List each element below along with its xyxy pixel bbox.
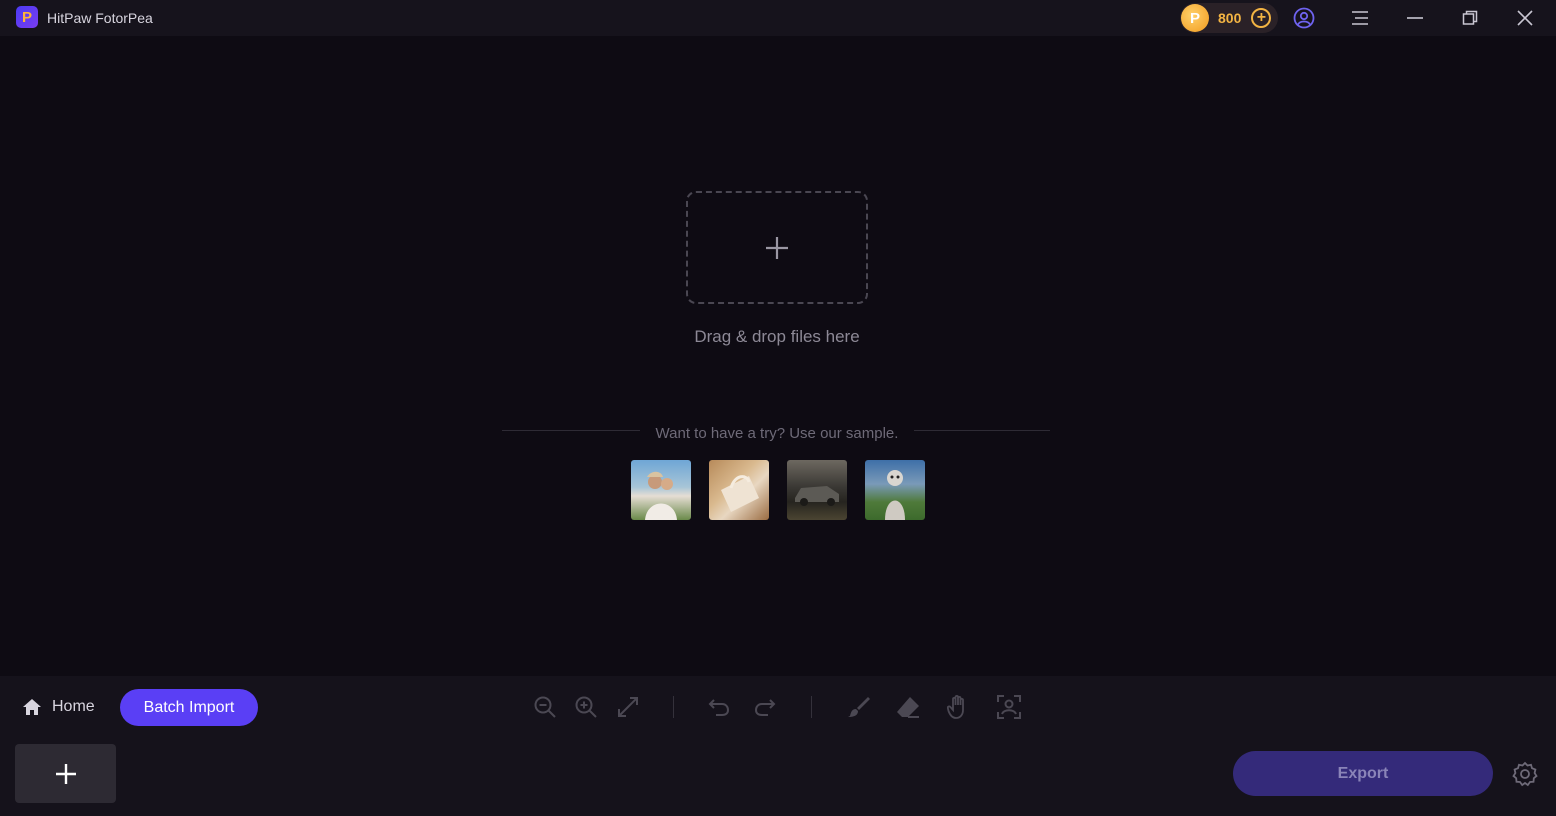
plus-icon — [55, 763, 76, 784]
zoom-out-icon[interactable] — [532, 694, 558, 720]
eraser-icon[interactable] — [895, 694, 921, 720]
title-bar: P HitPaw FotorPea P 800 + — [0, 0, 1556, 36]
app-title: HitPaw FotorPea — [47, 10, 153, 26]
coin-letter: P — [1189, 9, 1200, 27]
coin-count: 800 — [1218, 10, 1242, 26]
export-button[interactable]: Export — [1233, 751, 1493, 796]
toolbar-divider — [673, 696, 674, 718]
coin-icon: P — [1181, 4, 1209, 32]
toolbar-divider — [811, 696, 812, 718]
menu-icon[interactable] — [1348, 6, 1372, 30]
undo-icon[interactable] — [706, 694, 732, 720]
home-icon — [23, 699, 41, 715]
home-button[interactable]: Home — [22, 693, 95, 721]
sample-car[interactable] — [787, 460, 847, 520]
fit-screen-icon[interactable] — [615, 694, 641, 720]
restore-icon[interactable] — [1458, 6, 1482, 30]
select-subject-icon[interactable] — [996, 694, 1022, 720]
minimize-icon[interactable] — [1403, 6, 1427, 30]
app-logo: P — [16, 6, 38, 28]
account-icon[interactable] — [1292, 6, 1316, 30]
brush-icon[interactable] — [845, 694, 871, 720]
zoom-in-icon[interactable] — [573, 694, 599, 720]
drop-zone-text: Drag & drop files here — [694, 327, 860, 346]
sample-list — [631, 460, 925, 520]
add-coins-button[interactable]: + — [1251, 8, 1272, 28]
home-label: Home — [52, 698, 95, 715]
redo-icon[interactable] — [752, 694, 778, 720]
close-icon[interactable] — [1513, 6, 1537, 30]
app-logo-letter: P — [21, 8, 32, 26]
divider-left — [502, 430, 640, 431]
drop-zone[interactable] — [686, 191, 868, 304]
plus-icon — [766, 236, 788, 259]
add-image-button[interactable] — [15, 744, 116, 803]
batch-import-button[interactable]: Batch Import — [120, 689, 258, 726]
divider-right — [914, 430, 1050, 431]
sample-couple[interactable] — [631, 460, 691, 520]
sample-bag[interactable] — [709, 460, 769, 520]
settings-icon[interactable] — [1511, 760, 1538, 787]
sample-prompt: Want to have a try? Use our sample. — [655, 425, 899, 442]
sample-dog[interactable] — [865, 460, 925, 520]
coin-balance[interactable]: P 800 + — [1180, 3, 1278, 33]
hand-icon[interactable] — [946, 694, 972, 720]
